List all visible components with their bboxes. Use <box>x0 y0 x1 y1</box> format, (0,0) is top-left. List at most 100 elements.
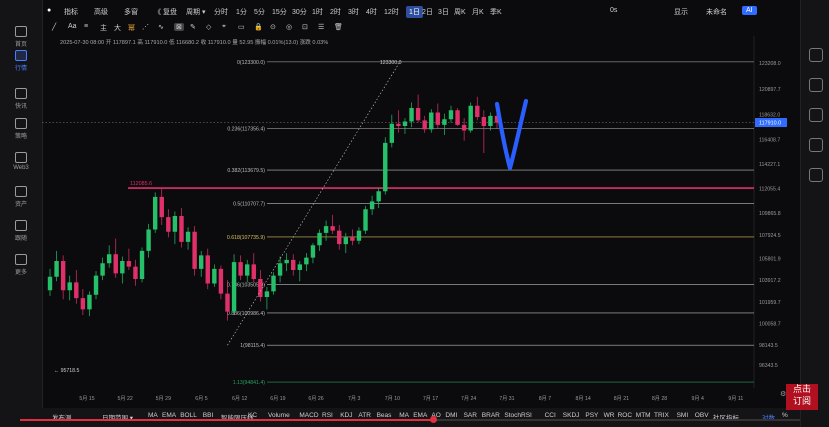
indicator-kdj[interactable]: KDJ <box>340 412 352 419</box>
indicator-rsi[interactable]: RSI <box>322 412 333 419</box>
topbar-right-2[interactable]: 未命名 <box>706 7 727 17</box>
topbar-item-15[interactable]: 1日 <box>406 6 423 18</box>
subscribe-stamp[interactable]: 点击 订阅 <box>786 384 818 410</box>
tool-0-icon[interactable]: ╱ <box>52 23 56 31</box>
topbar-right-3[interactable]: AI <box>742 6 757 15</box>
sidebar-item-0[interactable]: 首页 <box>0 26 42 48</box>
candle-body <box>146 229 151 251</box>
candle-body <box>93 275 99 295</box>
right-panel-icon-1[interactable] <box>809 78 823 92</box>
tool-7-icon[interactable]: ◇ <box>206 23 211 31</box>
topbar-item-14[interactable]: 12时 <box>384 7 399 17</box>
sidebar-item-7[interactable]: 更多 <box>0 254 42 276</box>
price-axis-label: 103917.2 <box>759 278 781 284</box>
indicator-kc[interactable]: KC <box>248 412 257 419</box>
candle-body <box>429 112 434 130</box>
indicator-smi[interactable]: SMI <box>677 412 689 419</box>
indicator-ema[interactable]: EMA <box>162 412 176 419</box>
tool-4-icon[interactable]: ∿ <box>158 23 164 31</box>
sidebar-item-1[interactable]: 行情 <box>0 50 42 72</box>
indicator-stochrsi[interactable]: StochRSI <box>504 412 531 419</box>
topbar-item-9[interactable]: 30分 <box>292 7 307 17</box>
indicator-volume[interactable]: Volume <box>268 412 290 419</box>
tool-11-icon[interactable]: ⊙ <box>270 23 276 31</box>
right-panel-icon-4[interactable] <box>809 168 823 182</box>
indicator-mtm[interactable]: MTM <box>636 412 651 419</box>
sidebar-item-3[interactable]: 策略 <box>0 118 42 140</box>
topbar-item-3[interactable]: 《 复盘 <box>154 7 177 17</box>
indicator-obv[interactable]: OBV <box>695 412 709 419</box>
tool-8-icon[interactable]: ⌖ <box>222 23 226 31</box>
tool-6-icon[interactable]: ✎ <box>190 23 196 31</box>
topbar-item-0[interactable]: 指标 <box>64 7 78 17</box>
sidebar-item-6[interactable]: 跟随 <box>0 220 42 242</box>
topbar-item-20[interactable]: 季K <box>490 7 502 17</box>
indicator-atr[interactable]: ATR <box>358 412 371 419</box>
topbar-item-18[interactable]: 周K <box>454 7 466 17</box>
right-panel-icon-3[interactable] <box>809 138 823 152</box>
percent-toggle[interactable]: % <box>782 412 788 419</box>
toolbar-indicator-0[interactable]: 主 <box>100 23 107 33</box>
indicator-roc[interactable]: ROC <box>618 412 632 419</box>
tool-12-icon[interactable]: ◎ <box>286 23 292 31</box>
indicator-beas[interactable]: Beas <box>377 412 392 419</box>
right-panel-icon-0[interactable] <box>809 48 823 62</box>
indicator-ma[interactable]: MA <box>399 412 409 419</box>
indicator-brar[interactable]: BRAR <box>482 412 500 419</box>
topbar-right-0[interactable]: 0s <box>610 7 617 14</box>
topbar-item-2[interactable]: 多窗 <box>124 7 138 17</box>
indicator-dmi[interactable]: DMI <box>445 412 457 419</box>
tool-3-icon[interactable]: ⋰ <box>142 23 149 31</box>
tool-1-icon[interactable]: Aa <box>68 23 77 30</box>
toolbar-indicator-1[interactable]: 大 <box>114 23 121 33</box>
topbar-item-4[interactable]: 周期 ▾ <box>186 7 205 17</box>
tool-13-icon[interactable]: ⊡ <box>302 23 308 31</box>
indicator-trix[interactable]: TRIX <box>654 412 669 419</box>
indicator-ema[interactable]: EMA <box>413 412 427 419</box>
topbar-item-17[interactable]: 3日 <box>438 7 449 17</box>
candle-body <box>205 255 210 284</box>
topbar-item-5[interactable]: 分时 <box>214 7 228 17</box>
topbar-item-11[interactable]: 2时 <box>330 7 341 17</box>
indicator-skdj[interactable]: SKDJ <box>563 412 580 419</box>
candle-body <box>310 245 316 258</box>
topbar-item-19[interactable]: 月K <box>472 7 484 17</box>
topbar-item-6[interactable]: 1分 <box>236 7 247 17</box>
topbar-item-13[interactable]: 4时 <box>366 7 377 17</box>
sidebar-item-5[interactable]: 资产 <box>0 186 42 208</box>
topbar-item-7[interactable]: 5分 <box>254 7 265 17</box>
topbar-item-16[interactable]: 2日 <box>422 7 433 17</box>
sidebar-item-2[interactable]: 快讯 <box>0 88 42 110</box>
candle-body <box>317 232 322 246</box>
indicator-psy[interactable]: PSY <box>585 412 598 419</box>
topbar-item-1[interactable]: 高级 <box>94 7 108 17</box>
tool-5-icon[interactable]: ⊠ <box>174 23 184 31</box>
record-dot-icon[interactable]: ● <box>47 7 51 14</box>
sidebar-item-label: 首页 <box>14 42 27 48</box>
x-axis-label: 8月 21 <box>614 395 629 402</box>
topbar-item-10[interactable]: 1时 <box>312 7 323 17</box>
indicator-cci[interactable]: CCI <box>545 412 556 419</box>
indicator-bbi[interactable]: BBI <box>203 412 213 419</box>
tool-2-icon[interactable]: ≡ <box>84 23 88 30</box>
candlestick-chart[interactable]: 123208.0 120897.7 118632.0 116408.7 114227.1… <box>42 36 787 406</box>
indicator-macd[interactable]: MACD <box>299 412 318 419</box>
topbar-item-8[interactable]: 15分 <box>272 7 287 17</box>
price-chart[interactable]: 123208.0 120897.7 118632.0 116408.7 114227.1… <box>42 36 787 406</box>
sidebar-item-4[interactable]: Web3 <box>0 152 42 171</box>
low-price-label: ← 95718.5 <box>54 368 79 374</box>
toolbar-indicator-2[interactable]: 幂 <box>128 23 135 33</box>
indicator-sar[interactable]: SAR <box>464 412 477 419</box>
tool-9-icon[interactable]: ▭ <box>238 23 245 31</box>
tool-14-icon[interactable]: ☰ <box>318 23 324 31</box>
tool-10-icon[interactable]: 🔒 <box>254 23 263 31</box>
tool-15-icon[interactable]: 🗑 <box>334 23 343 31</box>
indicator-wr[interactable]: WR <box>604 412 615 419</box>
topbar-item-12[interactable]: 3时 <box>348 7 359 17</box>
indicator-boll[interactable]: BOLL <box>180 412 197 419</box>
replay-progress[interactable] <box>20 416 800 423</box>
right-panel-icon-2[interactable] <box>809 108 823 122</box>
price-axis-label: 107924.5 <box>759 233 781 239</box>
topbar-right-1[interactable]: 显示 <box>674 7 688 17</box>
indicator-ma[interactable]: MA <box>148 412 158 419</box>
